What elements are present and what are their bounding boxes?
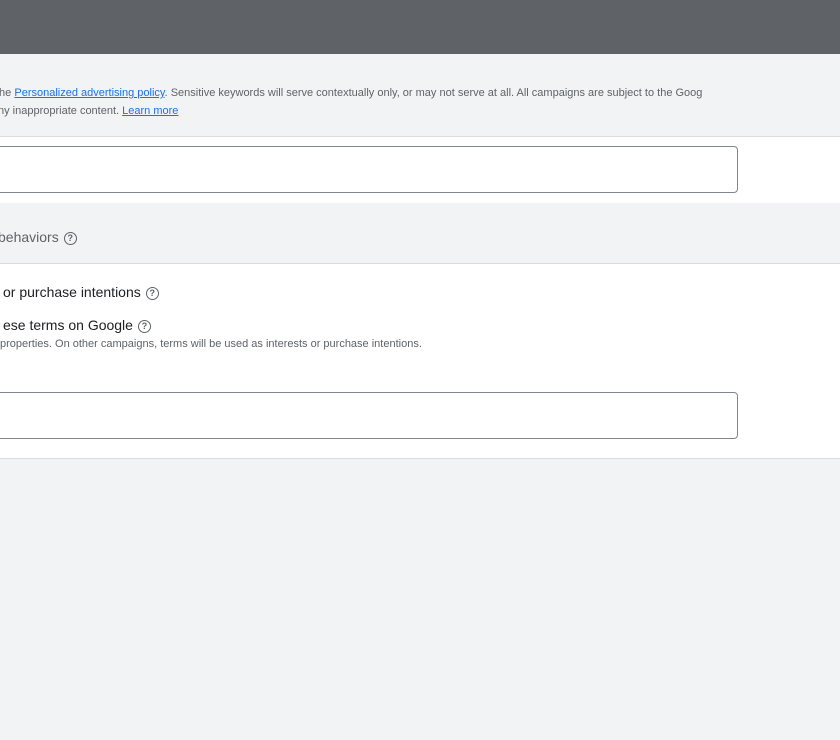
option-label: ese terms on Google bbox=[3, 317, 133, 333]
option-search-terms-google[interactable]: ese terms on Google? bbox=[3, 317, 151, 333]
help-icon[interactable]: ? bbox=[137, 320, 151, 333]
notice-text: . Sensitive keywords will serve contextu… bbox=[164, 87, 703, 99]
notice-text: ny inappropriate content. bbox=[0, 105, 123, 117]
top-app-bar bbox=[0, 0, 840, 54]
keywords-input[interactable] bbox=[0, 146, 738, 193]
option-description: properties. On other campaigns, terms wi… bbox=[0, 338, 422, 350]
section-title-text: behaviors bbox=[0, 229, 59, 245]
option-label: or purchase intentions bbox=[3, 284, 141, 300]
learn-more-link[interactable]: Learn more bbox=[122, 105, 178, 117]
notice-line-2: ny inappropriate content. Learn more bbox=[0, 102, 838, 120]
terms-input[interactable] bbox=[0, 392, 738, 439]
section-title: behaviors? bbox=[0, 229, 77, 245]
option-interests-purchase-intentions[interactable]: or purchase intentions? bbox=[3, 284, 159, 300]
notice-text: the bbox=[0, 87, 12, 99]
behaviors-card: or purchase intentions? ese terms on Goo… bbox=[0, 264, 840, 459]
help-icon[interactable]: ? bbox=[145, 287, 159, 300]
notice-line-1: the Personalized advertising policy. Sen… bbox=[0, 84, 836, 102]
personalized-advertising-policy-link[interactable]: Personalized advertising policy bbox=[14, 87, 164, 99]
keywords-card bbox=[0, 136, 840, 204]
policy-notice: the Personalized advertising policy. Sen… bbox=[0, 84, 840, 120]
section-header: behaviors? bbox=[0, 203, 840, 264]
help-icon[interactable]: ? bbox=[63, 232, 77, 245]
